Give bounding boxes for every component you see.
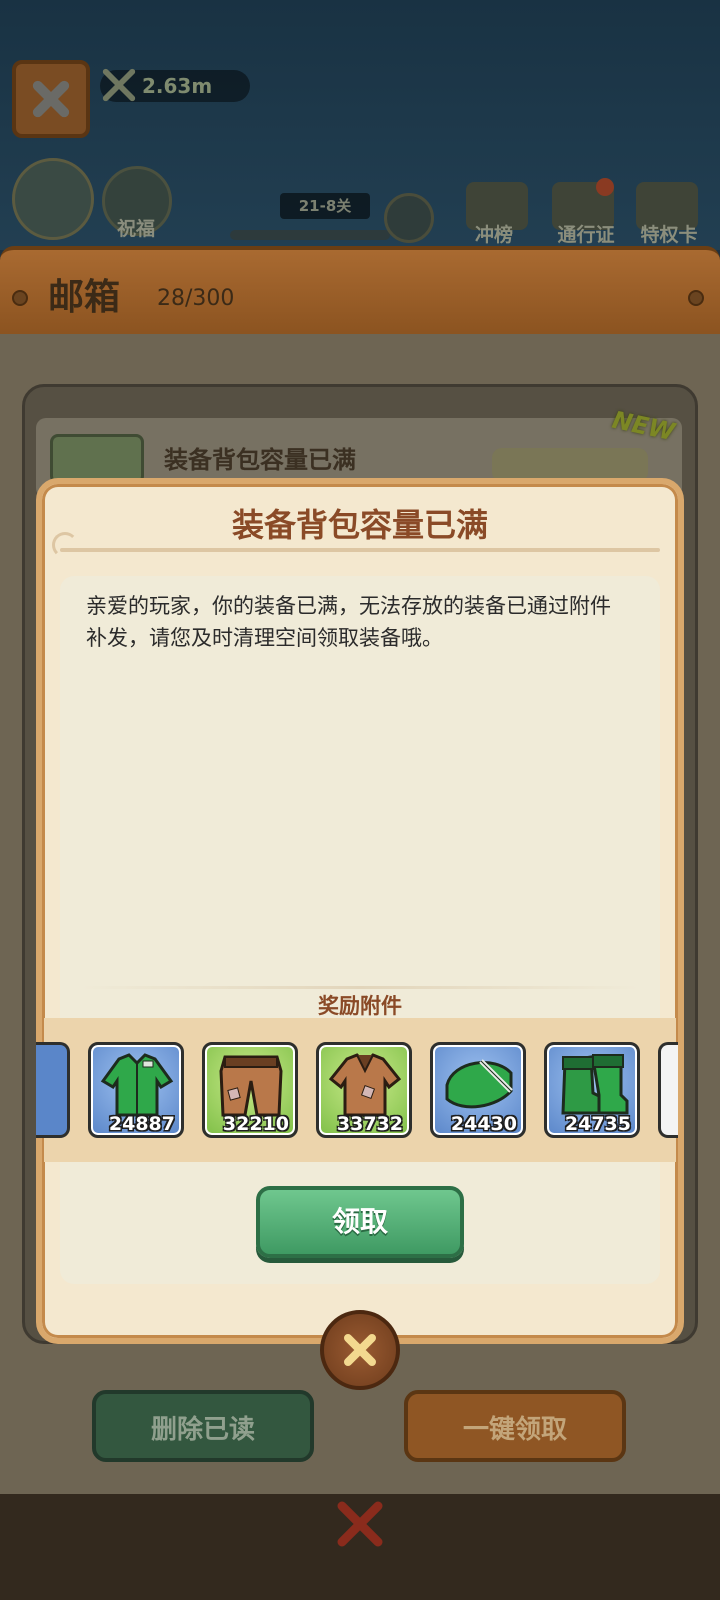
reward-item[interactable]: 33732 xyxy=(316,1042,412,1138)
brown-shirt-icon xyxy=(328,1053,402,1117)
game-hud: 2.63m 祝福 21-8关 冲榜 通行证 特权卡 xyxy=(0,0,720,250)
nail-decoration xyxy=(688,290,704,306)
reward-item-count: 33732 xyxy=(336,1113,403,1135)
hud-label-pass: 通行证 xyxy=(557,224,615,246)
nail-decoration xyxy=(12,290,28,306)
reward-item-count: 24430 xyxy=(450,1113,517,1135)
reward-item-count: 24735 xyxy=(564,1113,631,1135)
lock-icon[interactable] xyxy=(384,193,434,243)
bless-label: 祝福 xyxy=(117,218,156,240)
reward-label: 奖励附件 xyxy=(318,994,402,1018)
hud-label-rank: 冲榜 xyxy=(474,224,513,246)
claim-button[interactable]: 领取 xyxy=(256,1186,464,1258)
power-value: 2.63m xyxy=(142,74,213,98)
close-icon xyxy=(344,1334,376,1366)
reward-item-partial[interactable] xyxy=(658,1042,678,1138)
green-helmet-icon xyxy=(445,1059,513,1109)
message-box xyxy=(60,576,660,1284)
title-divider xyxy=(60,548,660,552)
mailbox-title: 邮箱 xyxy=(48,277,121,318)
mail-item-thumbnail xyxy=(50,434,144,484)
mail-message: 亲爱的玩家，你的装备已满，无法存放的装备已通过附件补发，请您及时清理空间领取装备… xyxy=(86,594,611,650)
reward-item[interactable]: 24887 xyxy=(88,1042,184,1138)
collect-all-button[interactable]: 一键领取 xyxy=(404,1390,626,1462)
bottom-close-icon[interactable] xyxy=(330,1494,390,1554)
read-button[interactable] xyxy=(492,448,648,482)
stage-progress-bar xyxy=(230,230,390,240)
delete-read-button[interactable]: 删除已读 xyxy=(92,1390,314,1462)
stage-label: 21-8关 xyxy=(280,193,370,219)
notification-dot xyxy=(596,178,614,196)
reward-item-partial[interactable] xyxy=(36,1042,70,1138)
green-boots-icon xyxy=(561,1054,629,1115)
reward-item-count: 32210 xyxy=(222,1113,289,1135)
crossed-swords-icon xyxy=(102,68,136,102)
mailbox-count: 28/300 xyxy=(157,286,235,311)
reward-item-count: 24887 xyxy=(108,1113,175,1135)
power-display: 2.63m xyxy=(100,68,250,102)
reward-item[interactable]: 32210 xyxy=(202,1042,298,1138)
mail-item-title: 装备背包容量已满 xyxy=(164,446,356,474)
green-jacket-icon xyxy=(100,1053,174,1117)
swirl-decoration xyxy=(52,532,78,558)
close-icon xyxy=(32,80,70,118)
hud-close-button[interactable] xyxy=(12,60,90,138)
reward-item[interactable]: 24430 xyxy=(430,1042,526,1138)
hud-label-privilege: 特权卡 xyxy=(640,224,698,246)
reward-item[interactable]: 24735 xyxy=(544,1042,640,1138)
dialog-title: 装备背包容量已满 xyxy=(231,506,488,544)
brown-pants-icon xyxy=(219,1055,283,1117)
reward-divider xyxy=(80,986,640,989)
player-avatar[interactable] xyxy=(12,158,94,240)
dialog-close-button[interactable] xyxy=(320,1310,400,1390)
